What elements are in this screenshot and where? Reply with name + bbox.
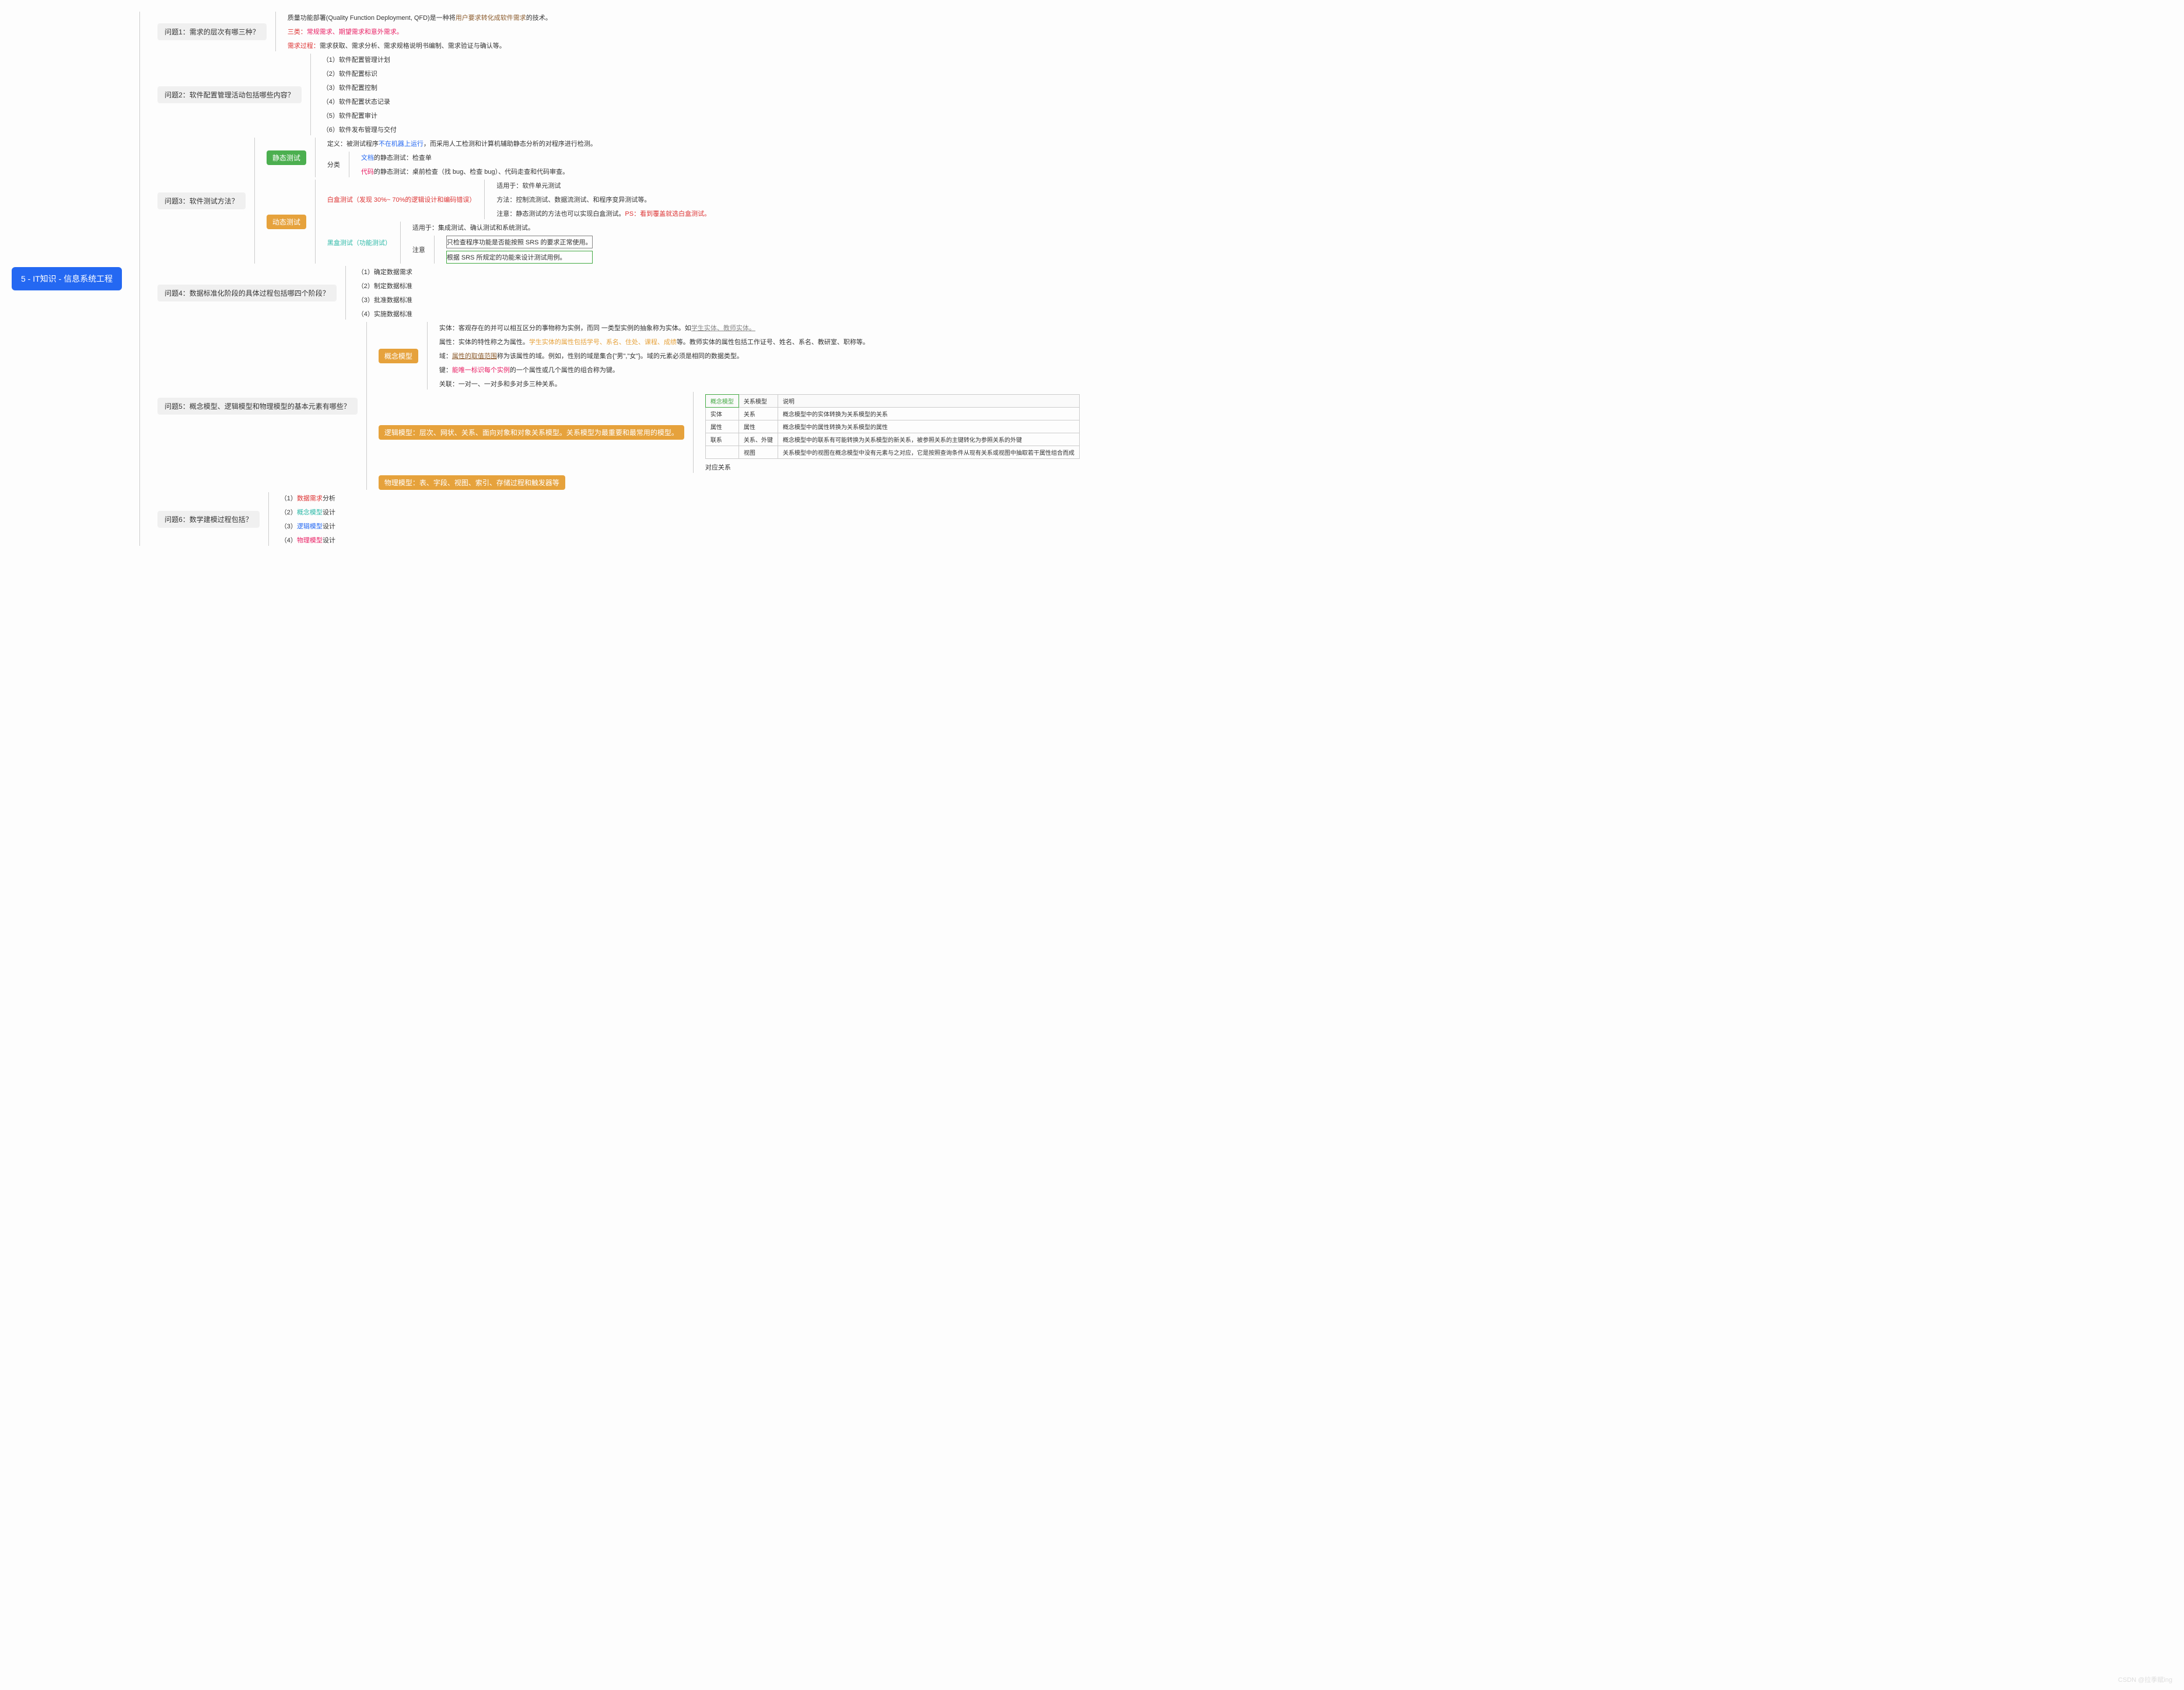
q6-item: （3）逻辑模型设计: [281, 520, 335, 532]
static-code: 代码的静态测试：桌前检查（找 bug、检查 bug）、代码走查和代码审查。: [361, 166, 569, 177]
c-domain: 域：属性的取值范围称为该属性的域。例如，性别的域是集合{"男","女"}。域的元…: [439, 350, 869, 362]
whitebox: 白盒测试（发现 30%~ 70%的逻辑设计和编码错误）: [327, 194, 476, 205]
bbox-note2: 根据 SRS 所规定的功能来设计测试用例。: [446, 251, 593, 264]
q6-item: （2）概念模型设计: [281, 506, 335, 518]
q6-title[interactable]: 问题6：数学建模过程包括？: [158, 511, 260, 528]
physical-model-tag[interactable]: 物理模型：表、字段、视图、索引、存储过程和触发器等: [379, 475, 565, 490]
bbox-note-label: 注意: [412, 244, 425, 255]
q1-line1: 质量功能部署(Quality Function Deployment, QFD)…: [288, 12, 552, 23]
q1-title[interactable]: 问题1：需求的层次有哪三种？: [158, 23, 267, 40]
static-test-tag[interactable]: 静态测试: [267, 150, 306, 165]
q3-branch: 问题3：软件测试方法？ 静态测试 定义：被测试程序不在机器上运行，而采用人工检测…: [158, 138, 1080, 264]
wbox-note: 注意：静态测试的方法也可以实现白盒测试。PS：看到覆盖就选白盒测试。: [496, 208, 710, 219]
wbox-method: 方法：控制流测试、数据流测试、和程序变异测试等。: [496, 194, 710, 205]
watermark: CSDN @拉季赋ing: [2118, 1675, 2172, 1684]
mapping-table-wrap: 概念模型关系模型说明 实体关系概念模型中的实体转换为关系模型的关系 属性属性概念…: [705, 392, 1080, 473]
q4-item: （4）实施数据标准: [358, 308, 412, 320]
q3-title[interactable]: 问题3：软件测试方法？: [158, 192, 246, 209]
q2-branch: 问题2：软件配置管理活动包括哪些内容？ （1）软件配置管理计划 （2）软件配置标…: [158, 54, 1080, 135]
q6-item: （4）物理模型设计: [281, 534, 335, 546]
q2-item: （6）软件发布管理与交付: [323, 124, 397, 135]
mapping-label: 对应关系: [705, 461, 1080, 473]
q1-line3: 需求过程：需求获取、需求分析、需求规格说明书编制、需求验证与确认等。: [288, 40, 552, 51]
q2-item: （2）软件配置标识: [323, 68, 397, 79]
level1-children: 问题1：需求的层次有哪三种？ 质量功能部署(Quality Function D…: [139, 12, 1080, 546]
q4-item: （1）确定数据需求: [358, 266, 412, 278]
static-doc: 文档的静态测试：检查单: [361, 152, 569, 163]
c-attr: 属性：实体的特性称之为属性。学生实体的属性包括学号、系名、住处、课程、成绩等。教…: [439, 336, 869, 348]
wbox-use: 适用于：软件单元测试: [496, 180, 710, 191]
bbox-note1: 只检查程序功能是否能按照 SRS 的要求正常使用。: [446, 236, 593, 248]
q2-item: （5）软件配置审计: [323, 110, 397, 121]
q6-branch: 问题6：数学建模过程包括？ （1）数据需求分析 （2）概念模型设计 （3）逻辑模…: [158, 492, 1080, 546]
blackbox: 黑盒测试（功能测试）: [327, 237, 391, 248]
q4-item: （2）制定数据标准: [358, 280, 412, 292]
dynamic-test-tag[interactable]: 动态测试: [267, 215, 306, 229]
q2-title[interactable]: 问题2：软件配置管理活动包括哪些内容？: [158, 86, 302, 103]
static-def: 定义：被测试程序不在机器上运行，而采用人工检测和计算机辅助静态分析的对程序进行检…: [327, 138, 597, 149]
q4-title[interactable]: 问题4：数据标准化阶段的具体过程包括哪四个阶段？: [158, 285, 337, 301]
root-node[interactable]: 5 - IT知识 - 信息系统工程: [12, 267, 122, 290]
c-entity: 实体：客观存在的并可以相互区分的事物称为实例，而同 一类型实例的抽象称为实体。如…: [439, 322, 869, 334]
mindmap-root: 5 - IT知识 - 信息系统工程 问题1：需求的层次有哪三种？ 质量功能部署(…: [12, 12, 2172, 546]
q2-item: （4）软件配置状态记录: [323, 96, 397, 107]
logic-model-tag[interactable]: 逻辑模型：层次、网状、关系、面向对象和对象关系模型。关系模型为最重要和最常用的模…: [379, 425, 684, 440]
mapping-table: 概念模型关系模型说明 实体关系概念模型中的实体转换为关系模型的关系 属性属性概念…: [705, 394, 1080, 459]
q5-title[interactable]: 问题5：概念模型、逻辑模型和物理模型的基本元素有哪些？: [158, 398, 358, 415]
q2-item: （1）软件配置管理计划: [323, 54, 397, 65]
bbox-use: 适用于：集成测试、确认测试和系统测试。: [412, 222, 593, 233]
c-key: 键：能唯一标识每个实例的一个属性或几个属性的组合称为键。: [439, 364, 869, 376]
q4-item: （3）批准数据标准: [358, 294, 412, 306]
static-class: 分类: [327, 159, 340, 170]
q4-branch: 问题4：数据标准化阶段的具体过程包括哪四个阶段？ （1）确定数据需求 （2）制定…: [158, 266, 1080, 320]
q1-branch: 问题1：需求的层次有哪三种？ 质量功能部署(Quality Function D…: [158, 12, 1080, 51]
q5-branch: 问题5：概念模型、逻辑模型和物理模型的基本元素有哪些？ 概念模型 实体：客观存在…: [158, 322, 1080, 490]
concept-model-tag[interactable]: 概念模型: [379, 349, 418, 363]
q6-item: （1）数据需求分析: [281, 492, 335, 504]
c-relation: 关联：一对一、一对多和多对多三种关系。: [439, 378, 869, 390]
q1-line2: 三类：常规需求、期望需求和意外需求。: [288, 26, 552, 37]
q2-item: （3）软件配置控制: [323, 82, 397, 93]
